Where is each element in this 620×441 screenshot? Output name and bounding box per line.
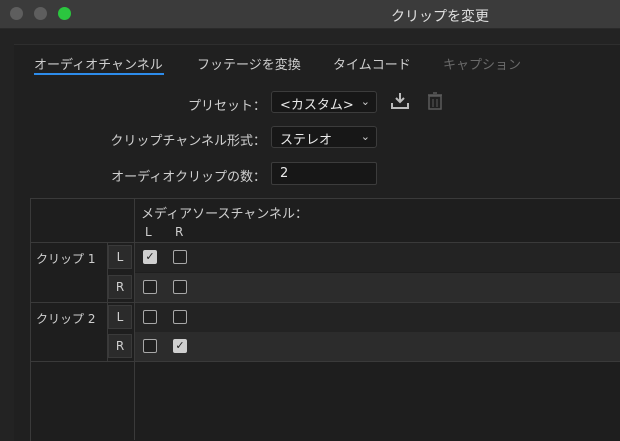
- clip-2-channel-l: L: [108, 305, 132, 329]
- chevron-down-icon: ⌄: [360, 130, 370, 143]
- matrix-row: [135, 243, 620, 272]
- trash-icon[interactable]: [428, 92, 442, 114]
- matrix-row: [135, 303, 620, 332]
- tab-audio-channels[interactable]: オーディオチャンネル: [34, 54, 163, 73]
- matrix-divider: [30, 361, 620, 362]
- chevron-down-icon: ⌄: [360, 95, 370, 108]
- checkbox-clip2-r-src-l[interactable]: [143, 339, 157, 353]
- download-icon-graphic: [391, 93, 409, 109]
- trash-icon-graphic: [428, 92, 442, 110]
- channel-format-label: クリップチャンネル形式：: [110, 134, 266, 149]
- maximize-window-button[interactable]: [58, 7, 71, 20]
- channel-format-select[interactable]: ステレオ ⌄: [271, 126, 377, 148]
- checkbox-clip2-l-src-r[interactable]: [173, 310, 187, 324]
- media-source-header: メディアソースチャンネル：: [141, 207, 309, 222]
- window-title: クリップを変更: [391, 9, 489, 25]
- audio-clips-label: オーディオクリップの数：: [111, 170, 266, 185]
- checkbox-clip1-l-src-l[interactable]: ✓: [143, 250, 157, 264]
- clip-2-label: クリップ 2: [36, 312, 96, 326]
- checkbox-clip2-r-src-r[interactable]: ✓: [173, 339, 187, 353]
- audio-clips-count-input[interactable]: 2: [271, 162, 377, 185]
- clip-1-channel-r: R: [108, 275, 132, 299]
- checkbox-clip1-r-src-r[interactable]: [173, 280, 187, 294]
- source-column-l: L: [145, 225, 152, 239]
- preset-value: <カスタム>: [280, 98, 354, 113]
- checkbox-clip2-l-src-l[interactable]: [143, 310, 157, 324]
- tab-timecode[interactable]: タイムコード: [333, 54, 411, 73]
- matrix-row: [135, 332, 620, 361]
- download-icon[interactable]: [390, 92, 410, 114]
- checkbox-clip1-r-src-l[interactable]: [143, 280, 157, 294]
- minimize-window-button[interactable]: [34, 7, 47, 20]
- preset-label: プリセット：: [187, 99, 266, 114]
- checkbox-clip1-l-src-r[interactable]: [173, 250, 187, 264]
- matrix-row: [135, 273, 620, 302]
- preset-select[interactable]: <カスタム> ⌄: [271, 91, 377, 113]
- close-window-button[interactable]: [10, 7, 23, 20]
- tab-interpret-footage[interactable]: フッテージを変換: [197, 54, 301, 73]
- channel-format-value: ステレオ: [280, 133, 333, 148]
- clip-2-channel-r: R: [108, 334, 132, 358]
- source-column-r: R: [175, 225, 184, 239]
- clip-1-channel-l: L: [108, 245, 132, 269]
- tab-captions: キャプション: [443, 58, 522, 73]
- clip-1-label: クリップ 1: [36, 252, 96, 266]
- active-tab-indicator: [34, 73, 164, 75]
